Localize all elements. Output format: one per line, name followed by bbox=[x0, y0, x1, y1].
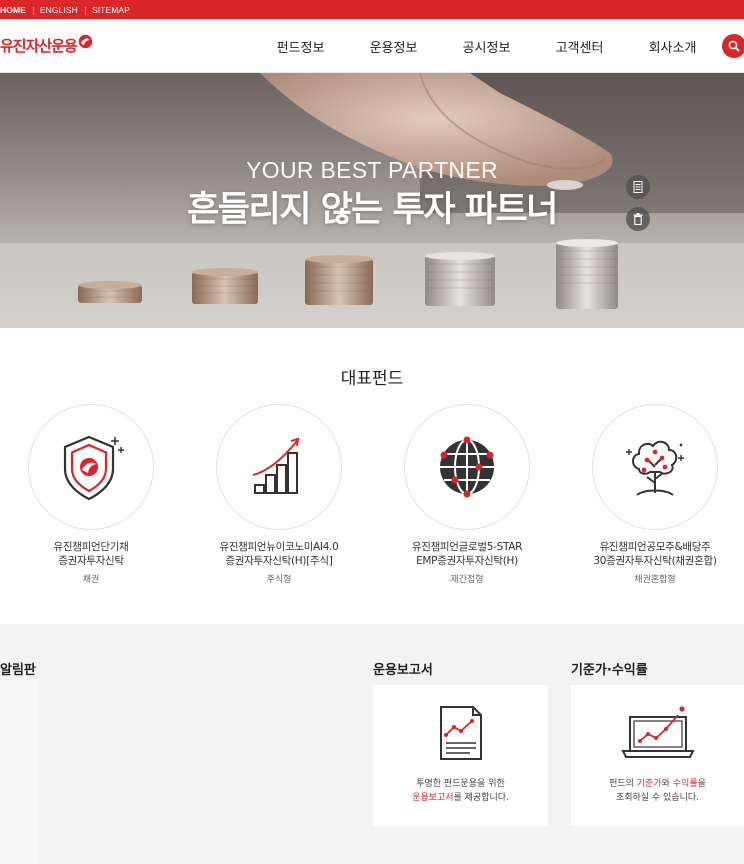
reports-desc-rest: 를 제공합니다. bbox=[453, 793, 509, 803]
fund-icon-circle bbox=[592, 404, 718, 530]
reports-description: 투명한 펀드운용을 위한 운용보고서를 제공합니다. bbox=[373, 777, 548, 805]
logo-text: 유진자산운용 bbox=[0, 37, 78, 55]
monitor-chart-icon bbox=[620, 706, 695, 758]
fund-card-global-5-star[interactable]: 유진챔피언글로벌5-STAR EMP증권자투자신탁(H) 재간접형 bbox=[372, 404, 562, 585]
reports-title: 운용보고서 bbox=[373, 663, 433, 678]
fund-card-ipo-dividend[interactable]: 유진챔피언공모주&배당주 30증권자투자신탁(채권혼합) 채권혼합형 bbox=[560, 404, 744, 585]
logo[interactable]: 유진자산운용 bbox=[0, 34, 93, 56]
nav-returns-desc-prefix: 펀드의 bbox=[609, 779, 637, 789]
fund-name: 유진챔피언단기채 증권자투자신탁 bbox=[53, 541, 129, 567]
fund-card-short-term-bond[interactable]: 유진챔피언단기채 증권자투자신탁 채권 bbox=[0, 404, 186, 585]
nav-returns-card[interactable]: 펀드의 기준가와 수익률을 조회하실 수 있습니다. bbox=[571, 685, 744, 826]
reports-desc-line1: 투명한 펀드운용을 위한 bbox=[416, 779, 505, 789]
report-document-icon bbox=[439, 706, 482, 760]
featured-funds-title: 대표펀드 bbox=[340, 369, 404, 389]
hero-delete-button[interactable] bbox=[626, 207, 650, 231]
monitor-icon-wrap bbox=[571, 703, 744, 763]
main-nav: 펀드정보 운용정보 공시정보 고객센터 회사소개 bbox=[254, 19, 719, 73]
fund-card-new-economy-ai[interactable]: 유진챔피언뉴이코노미AI4.0 증권자투자신탁(H)[주식] 주식형 bbox=[184, 404, 374, 585]
tree-icon bbox=[626, 440, 684, 496]
hero-banner: YOUR BEST PARTNER 흔들리지 않는 투자 파트너 bbox=[0, 73, 744, 328]
home-link[interactable]: HOME bbox=[0, 5, 33, 15]
fund-icon-circle bbox=[404, 404, 530, 530]
document-icon bbox=[633, 181, 643, 193]
reports-desc-line2: 운용보고서를 제공합니다. bbox=[373, 791, 548, 805]
nav-company[interactable]: 회사소개 bbox=[626, 37, 719, 56]
reports-desc-highlight: 운용보고서 bbox=[412, 793, 454, 803]
fund-name: 유진챔피언글로벌5-STAR EMP증권자투자신탁(H) bbox=[411, 541, 523, 567]
nav-returns-desc-highlight-price: 기준가 bbox=[636, 779, 662, 789]
nav-fund-info[interactable]: 펀드정보 bbox=[254, 37, 347, 56]
fund-name: 유진챔피언뉴이코노미AI4.0 증권자투자신탁(H)[주식] bbox=[219, 541, 339, 567]
logo-mark-icon bbox=[78, 34, 93, 49]
fund-icon-circle bbox=[28, 404, 154, 530]
nav-returns-title: 기준가·수익률 bbox=[571, 663, 648, 678]
trash-icon bbox=[633, 213, 643, 225]
report-icon-wrap bbox=[373, 703, 548, 763]
shield-icon bbox=[63, 435, 124, 501]
nav-operation-info[interactable]: 운용정보 bbox=[347, 37, 440, 56]
fund-type: 채권 bbox=[82, 575, 100, 585]
site-header: 유진자산운용 펀드정보 운용정보 공시정보 고객센터 회사소개 bbox=[0, 19, 744, 73]
sitemap-link[interactable]: SITEMAP bbox=[84, 5, 137, 15]
fund-name: 유진챔피언공모주&배당주 30증권자투자신탁(채권혼합) bbox=[593, 541, 717, 567]
globe-icon bbox=[440, 436, 494, 498]
search-button[interactable] bbox=[722, 34, 744, 58]
growth-chart-icon bbox=[252, 437, 300, 494]
fund-type: 재간접형 bbox=[450, 575, 484, 585]
nav-returns-desc-line2: 조회하실 수 있습니다. bbox=[615, 793, 700, 803]
nav-returns-desc-highlight-return: 수익률 bbox=[672, 779, 698, 789]
nav-returns-desc-suffix: 을 bbox=[697, 779, 706, 789]
search-icon bbox=[728, 40, 740, 52]
fund-type: 주식형 bbox=[266, 575, 292, 585]
fund-type: 채권혼합형 bbox=[634, 575, 676, 585]
nav-returns-description: 펀드의 기준가와 수익률을 조회하실 수 있습니다. bbox=[571, 777, 744, 805]
nav-disclosure[interactable]: 공시정보 bbox=[440, 37, 533, 56]
reports-card[interactable]: 투명한 펀드운용을 위한 운용보고서를 제공합니다. bbox=[373, 685, 548, 826]
nav-customer-center[interactable]: 고객센터 bbox=[533, 37, 626, 56]
top-utility-bar: HOME ENGLISH SITEMAP bbox=[0, 0, 744, 19]
hero-document-button[interactable] bbox=[626, 175, 650, 199]
english-link[interactable]: ENGLISH bbox=[32, 5, 85, 15]
fund-icon-circle bbox=[216, 404, 342, 530]
notice-board-title: 알림판 bbox=[0, 663, 36, 678]
notice-board-panel bbox=[0, 680, 38, 864]
utility-links: HOME ENGLISH SITEMAP bbox=[0, 0, 137, 19]
nav-returns-desc-line1: 펀드의 기준가와 수익률을 bbox=[571, 777, 744, 791]
nav-returns-desc-mid: 와 bbox=[661, 779, 673, 789]
